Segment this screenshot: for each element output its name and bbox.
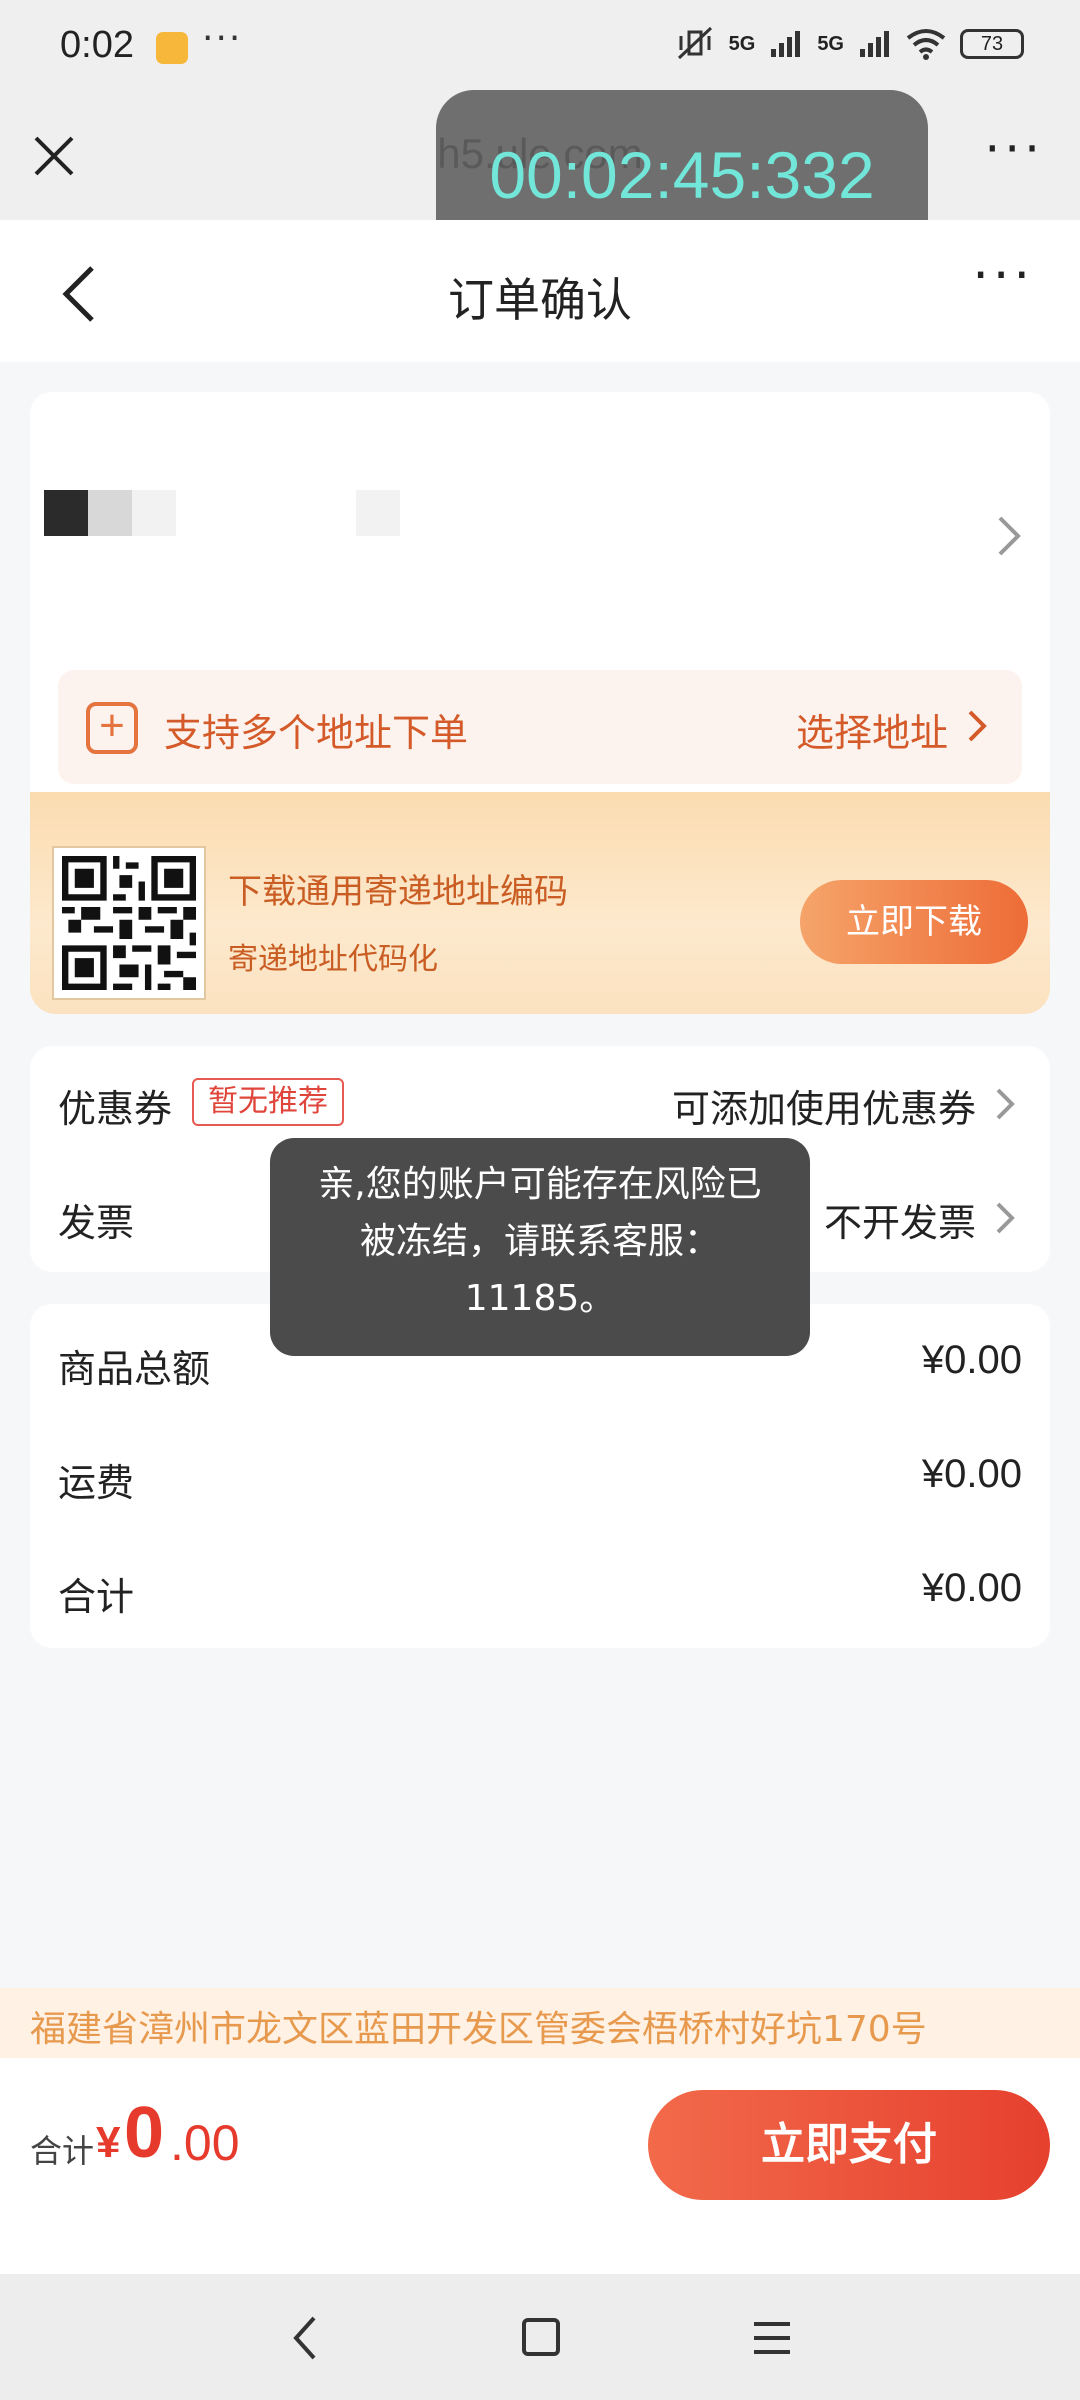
nav-home-icon[interactable] xyxy=(522,2318,560,2356)
blurred-address-text xyxy=(132,490,176,536)
more-icon[interactable]: ··· xyxy=(972,246,1034,306)
status-more-dots: ··· xyxy=(202,18,243,59)
wifi-icon xyxy=(906,29,946,60)
total-value: ¥0.00 xyxy=(921,1566,1022,1610)
pay-total-label: 合计 xyxy=(30,2132,95,2170)
account-frozen-toast: 亲,您的账户可能存在风险已被冻结，请联系客服：11185。 xyxy=(270,1138,810,1356)
goods-total-value: ¥0.00 xyxy=(921,1338,1022,1382)
pay-currency: ¥ xyxy=(96,2118,121,2167)
address-card[interactable]: + 支持多个地址下单 选择地址 xyxy=(30,392,1050,812)
pay-bar: 合计 ¥ 0 .00 立即支付 xyxy=(0,2058,1080,2274)
system-nav-bar xyxy=(0,2274,1080,2400)
app-notification-icon xyxy=(156,32,188,64)
qr-code-pattern xyxy=(62,856,196,990)
shipping-value: ¥0.00 xyxy=(921,1452,1022,1496)
download-banner-title: 下载通用寄递地址编码 xyxy=(228,872,568,912)
invoice-value[interactable]: 不开发票 xyxy=(824,1192,976,1247)
chevron-right-icon[interactable] xyxy=(994,1198,1018,1238)
select-address-link[interactable]: 选择地址 xyxy=(796,702,948,757)
coupon-status-badge: 暂无推荐 xyxy=(192,1078,344,1126)
blurred-address-text xyxy=(44,490,88,536)
status-bar: 0:02 ··· 5G 5G 73 xyxy=(0,0,1080,96)
pay-amount-decimal: .00 xyxy=(170,2115,240,2171)
blurred-address-text xyxy=(356,490,400,536)
download-banner: 下载通用寄递地址编码 寄递地址代码化 立即下载 xyxy=(30,792,1050,1014)
page-title: 订单确认 xyxy=(448,273,632,327)
signal-5g-label-1: 5G xyxy=(728,32,756,55)
status-right-icons: 5G 5G 73 xyxy=(675,26,1024,62)
mute-vibrate-icon xyxy=(677,26,712,60)
page-header: 订单确认 ··· xyxy=(0,220,1080,362)
chevron-right-icon xyxy=(968,710,987,742)
status-time: 0:02 xyxy=(60,24,134,66)
download-banner-subtitle: 寄递地址代码化 xyxy=(228,942,438,977)
add-square-icon: + xyxy=(86,702,138,754)
signal-bars-icon-2 xyxy=(860,31,889,57)
chevron-right-icon[interactable] xyxy=(994,512,1024,560)
delivery-address-strip: 福建省漳州市龙文区蓝田开发区管委会梧桥村好坑170号 xyxy=(0,1988,1080,2058)
coupon-label: 优惠券 xyxy=(58,1087,173,1131)
signal-5g-label-2: 5G xyxy=(817,32,844,55)
total-label: 合计 xyxy=(58,1575,135,1619)
download-now-button[interactable]: 立即下载 xyxy=(800,880,1028,964)
blurred-address-text xyxy=(88,490,132,536)
pay-now-button[interactable]: 立即支付 xyxy=(648,2090,1050,2200)
chevron-right-icon[interactable] xyxy=(994,1084,1018,1124)
qr-code-icon xyxy=(52,846,206,1000)
signal-bars-icon-1 xyxy=(771,31,801,57)
pay-amount-integer: 0 xyxy=(124,2093,165,2173)
goods-total-label: 商品总额 xyxy=(58,1347,211,1391)
nav-menu-icon[interactable] xyxy=(752,2318,792,2358)
multi-address-row[interactable]: + 支持多个地址下单 选择地址 xyxy=(58,670,1022,784)
delivery-address-text: 福建省漳州市龙文区蓝田开发区管委会梧桥村好坑170号 xyxy=(30,2009,927,2050)
nav-back-icon[interactable] xyxy=(290,2314,320,2362)
shipping-label: 运费 xyxy=(58,1461,135,1505)
browser-more-icon[interactable]: ··· xyxy=(984,120,1044,178)
coupon-add-link[interactable]: 可添加使用优惠券 xyxy=(672,1078,976,1133)
multi-address-label: 支持多个地址下单 xyxy=(164,711,469,755)
battery-icon: 73 xyxy=(960,29,1024,59)
invoice-label: 发票 xyxy=(58,1201,135,1245)
